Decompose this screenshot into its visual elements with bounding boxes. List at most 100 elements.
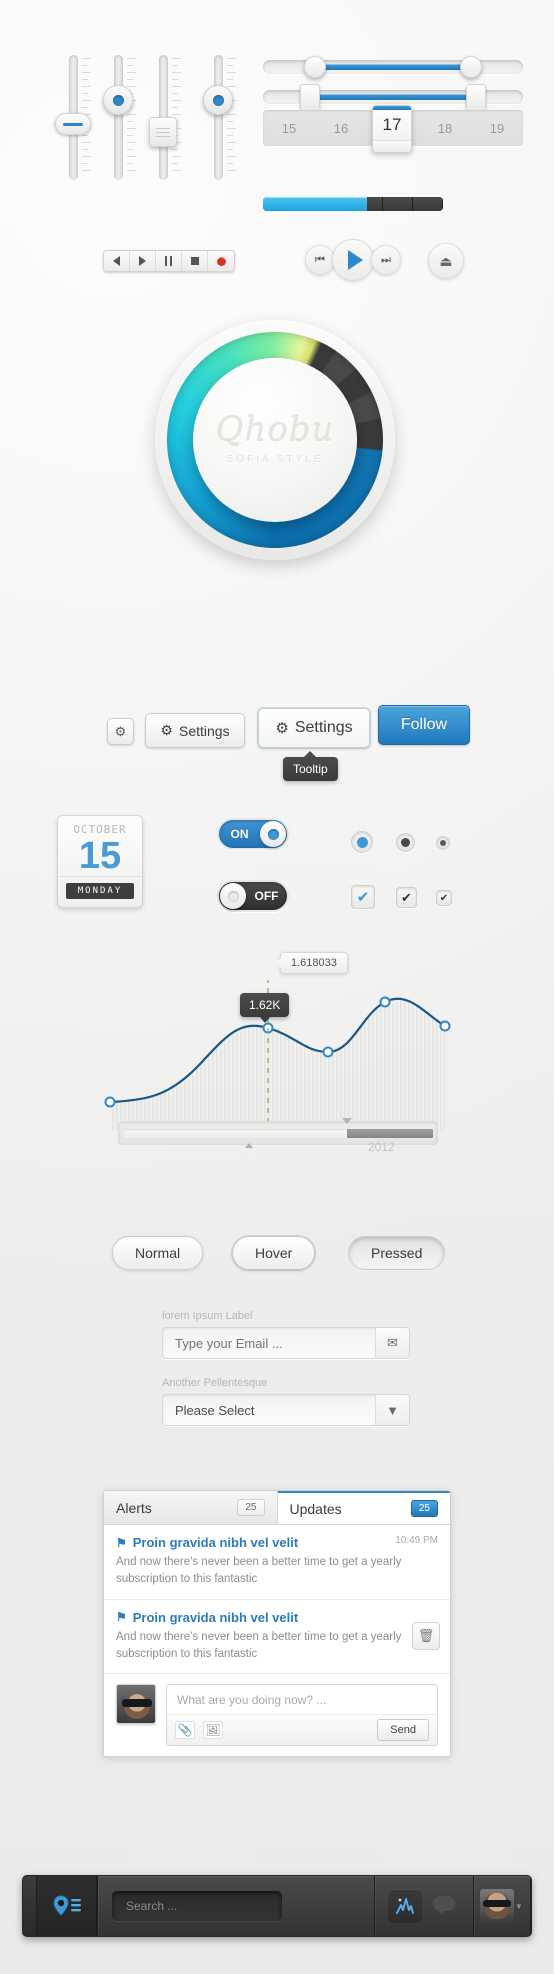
gear-icon-button[interactable]: ⚙ <box>107 718 134 745</box>
dock-tools-pane <box>375 1876 474 1936</box>
checkbox-small[interactable]: ✔ <box>436 890 452 906</box>
avatar <box>116 1684 156 1724</box>
button-normal[interactable]: Normal <box>112 1236 204 1270</box>
follow-button[interactable]: Follow <box>378 705 470 745</box>
avatar-sunglasses <box>122 1699 152 1707</box>
range-handle[interactable] <box>342 1118 352 1124</box>
slider-track[interactable] <box>214 55 223 180</box>
volume-dial[interactable]: Qhobu SOFIA STYLE <box>155 320 395 560</box>
radio-dot <box>440 840 446 846</box>
send-button[interactable]: Send <box>377 1719 429 1741</box>
slider-handle-high[interactable] <box>466 84 486 108</box>
dial-face[interactable]: Qhobu SOFIA STYLE <box>193 358 357 522</box>
slider-handle-high[interactable] <box>460 56 482 78</box>
slider-track[interactable] <box>114 55 123 180</box>
dock-grip-left[interactable] <box>23 1876 37 1936</box>
slider-handle[interactable] <box>203 85 233 115</box>
trash-icon: 🗑 <box>417 1628 435 1644</box>
number-option[interactable]: 19 <box>471 121 523 136</box>
chart-callout: 1.618033 <box>275 952 348 974</box>
rewind-button[interactable] <box>104 251 130 271</box>
slider-handle[interactable] <box>103 85 133 115</box>
item-title: Proin gravida nibh vel velit <box>132 1535 299 1550</box>
horizontal-range-slider-pin[interactable] <box>263 84 523 108</box>
vertical-slider-round-lower[interactable] <box>200 55 245 185</box>
email-field[interactable]: ✉ <box>162 1327 410 1359</box>
tab-alerts[interactable]: Alerts 25 <box>104 1491 278 1524</box>
radio-dot <box>356 836 368 848</box>
button-hover[interactable]: Hover <box>232 1236 316 1270</box>
button-label: Pressed <box>371 1245 423 1261</box>
play-button[interactable] <box>130 251 156 271</box>
button-pressed[interactable]: Pressed <box>348 1236 446 1270</box>
number-selected[interactable]: 17 <box>372 105 412 153</box>
waveform-button[interactable] <box>388 1889 422 1923</box>
settings-button-hover[interactable]: ⚙ Settings <box>258 708 370 748</box>
composer-box[interactable]: What are you doing now? ... 📎 🖼 Send <box>166 1684 438 1746</box>
chat-bubble-icon[interactable] <box>433 1895 455 1915</box>
slider-handle-low[interactable] <box>304 56 326 78</box>
paperclip-icon[interactable]: 📎 <box>175 1721 195 1739</box>
calendar-widget[interactable]: OCTOBER 15 MONDAY <box>57 815 143 908</box>
media-transport-bar[interactable] <box>103 250 235 272</box>
item-title-row[interactable]: ⚑ Proin gravida nibh vel velit <box>116 1535 438 1550</box>
email-input[interactable] <box>163 1335 375 1351</box>
composer-input[interactable]: What are you doing now? ... <box>167 1685 437 1715</box>
slider-handle[interactable] <box>149 117 177 147</box>
triangle-left-icon <box>113 256 120 266</box>
item-title-row[interactable]: ⚑ Proin gravida nibh vel velit <box>116 1610 438 1625</box>
user-photo[interactable] <box>480 1889 514 1923</box>
toggle-knob[interactable] <box>220 883 246 909</box>
image-icon[interactable]: 🖼 <box>203 1721 223 1739</box>
button-label: Normal <box>135 1245 181 1261</box>
number-option[interactable]: 16 <box>315 121 367 136</box>
chevron-down-icon[interactable]: ▼ <box>375 1395 409 1425</box>
number-option[interactable]: 18 <box>419 121 471 136</box>
list-item[interactable]: ⚑ Proin gravida nibh vel velit And now t… <box>104 1600 450 1674</box>
number-option[interactable]: 15 <box>263 121 315 136</box>
flag-icon: ⚑ <box>116 1610 127 1624</box>
checkbox-dark[interactable]: ✔ <box>396 887 417 908</box>
search-input[interactable]: Search ... <box>112 1891 282 1921</box>
item-body: And now there's never been a better time… <box>116 1630 402 1660</box>
chevron-down-icon[interactable]: ▼ <box>514 1902 524 1911</box>
stop-button[interactable] <box>182 251 208 271</box>
delete-button[interactable]: 🗑 <box>412 1622 440 1651</box>
next-track-button[interactable]: ⏭ <box>371 245 401 275</box>
slider-handle[interactable] <box>55 113 91 135</box>
dock-search-pane: Search ... <box>98 1876 375 1936</box>
triangle-right-icon <box>347 250 363 270</box>
select-field-label: Another Pellentesque <box>162 1377 268 1389</box>
radio-dark[interactable] <box>396 833 415 852</box>
location-list-icon <box>52 1895 81 1916</box>
select-field[interactable]: Please Select ▼ <box>162 1394 410 1426</box>
composer: What are you doing now? ... 📎 🖼 Send <box>104 1674 450 1756</box>
play-round-button[interactable] <box>332 239 374 281</box>
gear-icon: ⚙ <box>275 720 289 737</box>
toggle-switch-on[interactable]: ON <box>217 818 289 850</box>
line-chart[interactable]: 1.618033 1.62K 2012 <box>100 952 455 1154</box>
toggle-switch-off[interactable]: OFF <box>217 880 289 912</box>
list-item[interactable]: ⚑ Proin gravida nibh vel velit 10:49 PM … <box>104 1525 450 1600</box>
slider-handle-low[interactable] <box>300 84 320 108</box>
record-button[interactable] <box>208 251 234 271</box>
horizontal-range-slider-round[interactable] <box>263 56 523 78</box>
eject-button[interactable]: ⏏ <box>428 243 464 279</box>
dock-photo-pane: ▼ <box>474 1876 531 1936</box>
progress-bar[interactable] <box>263 197 443 211</box>
settings-button-normal[interactable]: ⚙ Settings <box>145 713 245 748</box>
prev-track-button[interactable]: ⏮ <box>305 245 335 275</box>
range-selection[interactable] <box>347 1129 433 1138</box>
check-icon: ✔ <box>356 889 370 906</box>
waveform-icon <box>396 1898 414 1914</box>
checkbox-blue[interactable]: ✔ <box>351 885 375 909</box>
radio-dot <box>401 838 410 847</box>
pause-button[interactable] <box>156 251 182 271</box>
envelope-icon[interactable]: ✉ <box>375 1328 409 1358</box>
radio-blue[interactable] <box>351 831 373 853</box>
tab-updates[interactable]: Updates 25 <box>277 1491 450 1524</box>
dock-logo-button[interactable] <box>37 1876 97 1936</box>
radio-small[interactable] <box>436 836 450 850</box>
progress-fill <box>263 197 368 211</box>
toggle-knob[interactable] <box>260 821 286 847</box>
